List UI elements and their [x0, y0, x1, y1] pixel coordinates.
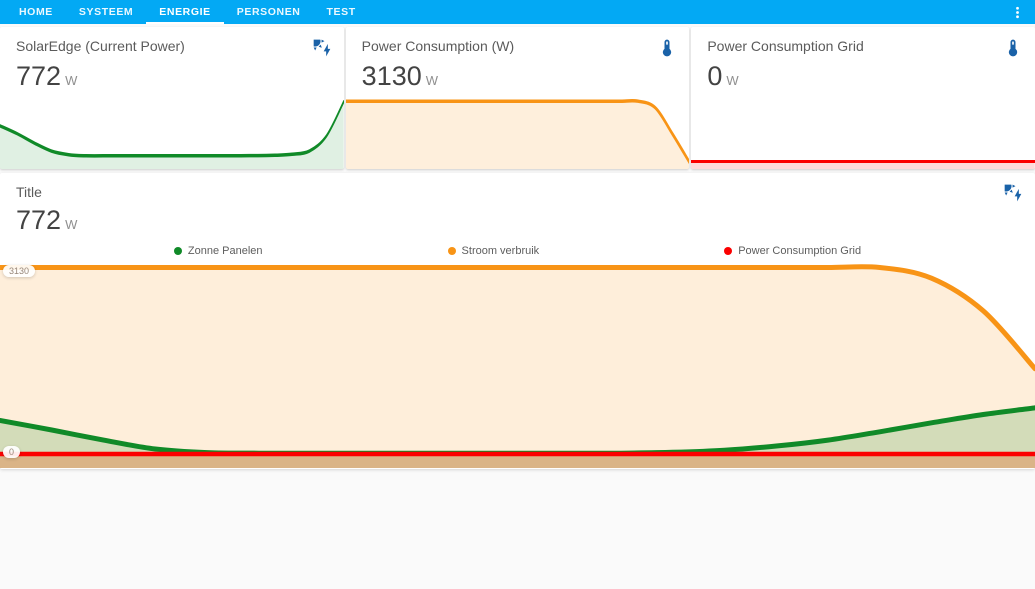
nav-tabs: HOMESYSTEEMENERGIEPERSONENTEST [6, 0, 369, 24]
nav-tab-home[interactable]: HOME [6, 0, 66, 24]
legend-label: Stroom verbruik [462, 245, 540, 257]
card-title: Power Consumption (W) [362, 38, 515, 54]
top-nav: HOMESYSTEEMENERGIEPERSONENTEST [0, 0, 1035, 24]
value-unit: W [426, 73, 438, 88]
nav-tab-energie[interactable]: ENERGIE [146, 0, 223, 24]
card-title: SolarEdge (Current Power) [16, 38, 185, 54]
sensor-card[interactable]: Power Consumption Grid 0W [691, 27, 1035, 169]
main-card-title: Title [16, 184, 42, 200]
sparkline-chart [691, 97, 1035, 169]
solar-power-icon [1003, 183, 1023, 203]
nav-tab-personen[interactable]: PERSONEN [224, 0, 314, 24]
value-number: 0 [707, 61, 722, 91]
main-value-number: 772 [16, 205, 61, 235]
value-number: 3130 [362, 61, 422, 91]
legend-label: Power Consumption Grid [738, 245, 861, 257]
card-title: Power Consumption Grid [707, 38, 863, 54]
sparkline-chart [346, 97, 690, 169]
value-unit: W [726, 73, 738, 88]
legend-label: Zonne Panelen [188, 245, 263, 257]
energy-overview-card[interactable]: Title 772 W Zonne Panelen Stroom verbruik P… [0, 173, 1035, 469]
thermometer-icon [1003, 38, 1023, 58]
card-value: 772 W [0, 58, 344, 92]
kebab-menu-icon[interactable] [1009, 0, 1029, 24]
legend-dot-icon [174, 247, 182, 255]
legend-item[interactable]: Stroom verbruik [448, 245, 540, 257]
legend-item[interactable]: Zonne Panelen [174, 245, 263, 257]
legend-item[interactable]: Power Consumption Grid [724, 245, 861, 257]
card-value: 3130 W [346, 58, 690, 92]
nav-tab-test[interactable]: TEST [314, 0, 369, 24]
sensor-card[interactable]: Power Consumption (W) 3130 W [346, 27, 690, 169]
sensor-card[interactable]: SolarEdge (Current Power) 772 W [0, 27, 344, 169]
nav-tab-systeem[interactable]: SYSTEEM [66, 0, 146, 24]
thermometer-icon [657, 38, 677, 58]
y-max-label: 3130 [3, 265, 35, 277]
value-number: 772 [16, 61, 61, 91]
legend-dot-icon [448, 247, 456, 255]
solar-power-icon [312, 38, 332, 58]
y-min-label: 0 [3, 446, 20, 458]
energy-overview-chart-svg [0, 264, 1035, 468]
main-card-value: 772 W [0, 202, 1035, 236]
main-value-unit: W [65, 217, 77, 232]
chart-legend: Zonne Panelen Stroom verbruik Power Consum… [0, 240, 1035, 262]
legend-dot-icon [724, 247, 732, 255]
energy-overview-chart: 3130 0 [0, 264, 1035, 468]
value-unit: W [65, 73, 77, 88]
sensor-card-row: SolarEdge (Current Power)772WPower Consu… [0, 27, 1035, 169]
card-value: 0W [691, 58, 1035, 92]
sparkline-chart [0, 97, 344, 169]
